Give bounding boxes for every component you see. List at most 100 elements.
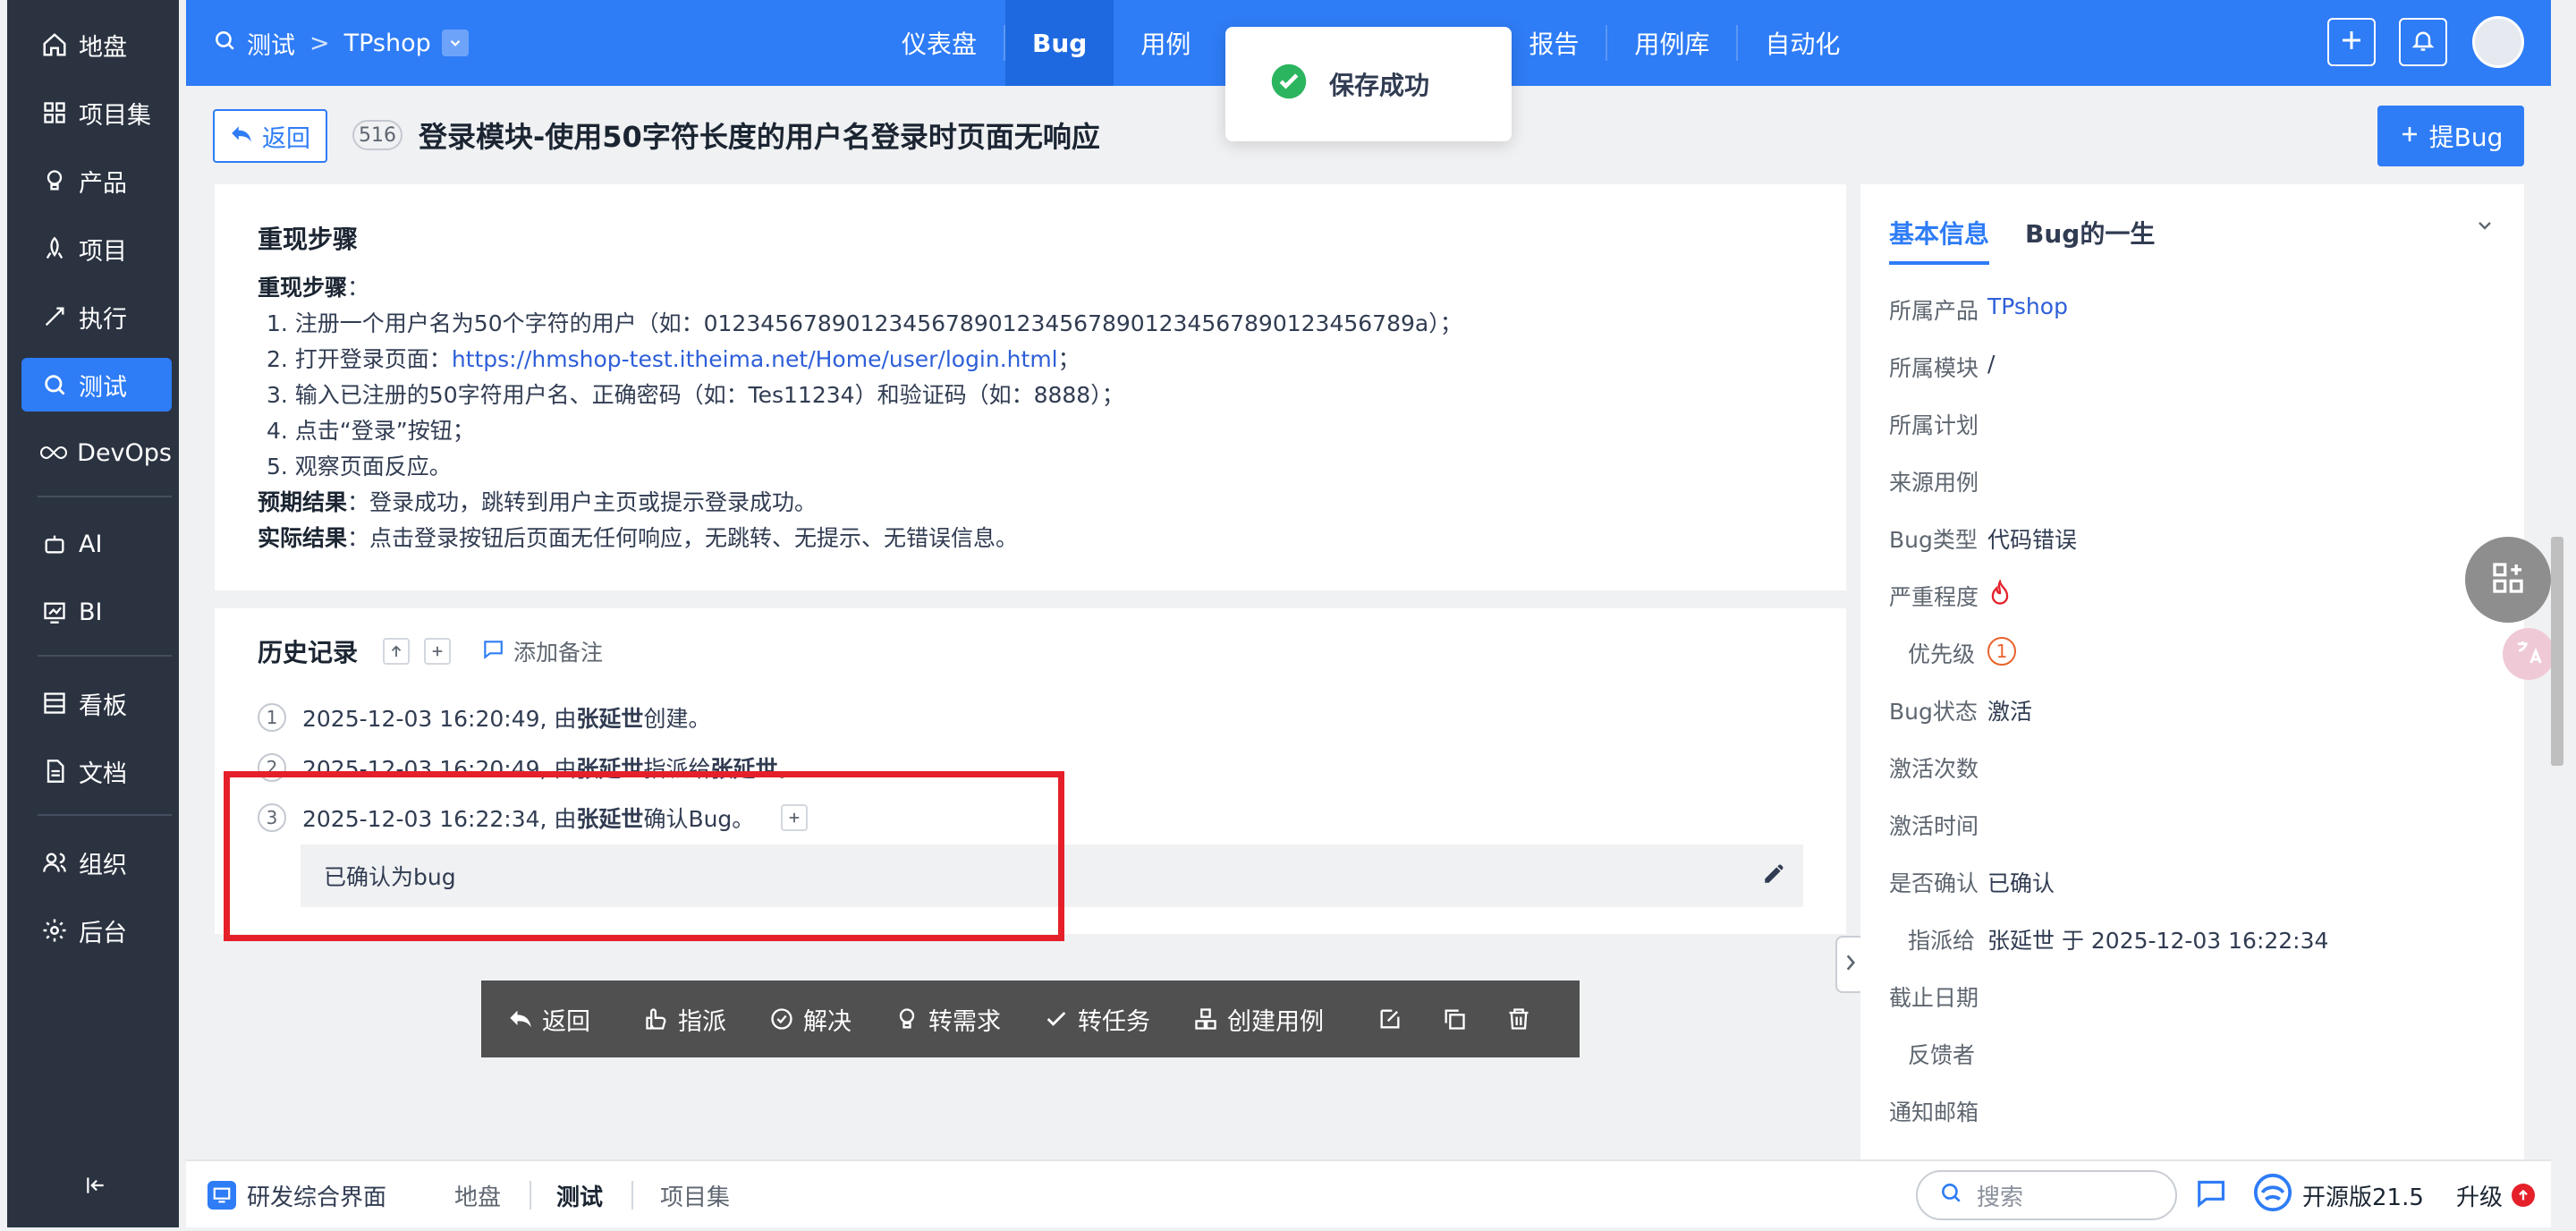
add-note-button[interactable]: 添加备注	[513, 635, 603, 667]
collapse-sidebar-icon[interactable]	[84, 1174, 107, 1201]
sidebar-item-label: 测试	[79, 373, 127, 402]
info-panel	[1860, 184, 2524, 1159]
bell-icon	[2411, 28, 2436, 56]
repro-steps-content: 重现步骤： 1. 注册一个用户名为50个字符的用户（如：012345678901…	[258, 270, 1462, 556]
back-button[interactable]: 返回	[213, 109, 327, 163]
bottom-crumb-dashboard[interactable]: 地盘	[454, 1161, 501, 1229]
nav-automation[interactable]: 自动化	[1738, 0, 1867, 86]
floating-app-button[interactable]	[2465, 537, 2551, 623]
search-placeholder: 搜索	[1977, 1184, 2024, 1211]
global-search-input[interactable]: 搜索	[1916, 1170, 2177, 1220]
resolve-button[interactable]: 解决	[769, 1002, 852, 1037]
translate-icon	[2514, 638, 2543, 670]
chevron-down-icon[interactable]	[2474, 215, 2496, 240]
upgrade-label: 升级	[2456, 1184, 2504, 1211]
sidebar-item-dashboard[interactable]: 地盘	[21, 18, 172, 72]
edit-pencil-icon[interactable]	[1762, 862, 1785, 891]
sidebar-item-label: 产品	[79, 169, 127, 198]
zentao-logo-icon	[2252, 1172, 2293, 1219]
sidebar-item-label: 项目集	[79, 101, 151, 130]
to-task-label: 转任务	[1078, 1007, 1150, 1036]
comment-icon	[481, 639, 504, 664]
nav-dashboard[interactable]: 仪表盘	[875, 0, 1004, 86]
sidebar-item-bi[interactable]: BI	[21, 585, 172, 639]
sidebar-item-docs[interactable]: 文档	[21, 744, 172, 798]
bottom-crumb-test[interactable]: 测试	[556, 1161, 603, 1229]
sidebar-item-label: 执行	[79, 305, 127, 334]
login-url-link[interactable]: https://hmshop-test.itheima.net/Home/use…	[452, 346, 1058, 372]
assign-button[interactable]: 指派	[644, 1002, 726, 1037]
create-case-button[interactable]: 创建用例	[1193, 1002, 1324, 1037]
tab-bug-life[interactable]: Bug的一生	[2025, 215, 2155, 265]
scrollbar-thumb[interactable]	[2551, 537, 2563, 766]
info-key: 反馈者	[1907, 1042, 1975, 1068]
info-key: Bug类型	[1889, 527, 1978, 553]
search-icon	[213, 29, 236, 58]
bottom-crumb-program[interactable]: 项目集	[660, 1161, 730, 1229]
create-bug-label: 提Bug	[2428, 123, 2504, 152]
actual-text: ：点击登录按钮后页面无任何响应，无跳转、无提示、无错误信息。	[347, 525, 1019, 551]
info-row-confirmed: 是否确认 已确认	[1889, 866, 2055, 898]
crumb-product[interactable]: TPshop	[344, 30, 431, 57]
ai-chat-icon[interactable]	[2195, 1176, 2234, 1215]
avatar[interactable]	[2472, 16, 2524, 68]
sidebar-item-ai[interactable]: AI	[21, 517, 172, 571]
version-info[interactable]: 开源版21.5	[2252, 1161, 2424, 1229]
expected-result: 预期结果：登录成功，跳转到用户主页或提示登录成功。	[258, 485, 1462, 521]
add-button[interactable]	[2327, 18, 2376, 66]
tab-basic-info[interactable]: 基本信息	[1889, 215, 1990, 265]
upgrade-button[interactable]: 升级	[2456, 1161, 2536, 1229]
info-key: 激活次数	[1889, 756, 1979, 782]
chevron-right-icon	[1843, 953, 1859, 976]
nav-caselib[interactable]: 用例库	[1607, 0, 1736, 86]
translate-button[interactable]	[2503, 628, 2555, 680]
sidebar-divider	[38, 655, 172, 657]
sidebar-item-execution[interactable]: 执行	[21, 290, 172, 344]
back-label: 返回	[262, 124, 310, 153]
info-row-bug-type: Bug类型 代码错误	[1889, 522, 2077, 555]
app-label: 研发综合界面	[247, 1184, 387, 1211]
nav-report[interactable]: 报告	[1502, 0, 1606, 86]
highlight-annotation-box	[224, 771, 1064, 941]
sidebar-item-label: BI	[79, 598, 103, 626]
copy-icon[interactable]	[1442, 1006, 1476, 1031]
chevron-down-icon[interactable]	[441, 30, 469, 56]
expected-text: ：登录成功，跳转到用户主页或提示登录成功。	[347, 489, 818, 515]
info-row-mailto: 通知邮箱	[1889, 1095, 1987, 1127]
sidebar-item-program[interactable]: 项目集	[21, 86, 172, 140]
to-story-label: 转需求	[928, 1007, 1001, 1036]
notification-button[interactable]	[2399, 18, 2447, 66]
app-switcher[interactable]: 研发综合界面	[208, 1161, 386, 1229]
edit-icon[interactable]	[1377, 1006, 1411, 1031]
step-2-text: 2. 打开登录页面：	[267, 346, 452, 372]
sidebar-item-label: 后台	[79, 919, 127, 947]
create-bug-button[interactable]: 提Bug	[2377, 106, 2524, 166]
sidebar-item-devops[interactable]: DevOps	[21, 426, 172, 480]
info-value: 张延世 于 2025-12-03 16:22:34	[1987, 928, 2329, 954]
steps-heading: 重现步骤	[258, 275, 348, 301]
sidebar-item-label: 项目	[79, 237, 127, 266]
search-icon	[1939, 1181, 1962, 1210]
sidebar: 地盘 项目集 产品 项目 执行 测试 DevOps AI BI 看板 文档 组织…	[7, 0, 179, 1227]
flame-icon	[1987, 578, 2012, 612]
sidebar-item-product[interactable]: 产品	[21, 154, 172, 208]
info-value-link[interactable]: TPshop	[1987, 293, 2068, 326]
sidebar-item-kanban[interactable]: 看板	[21, 676, 172, 730]
sort-up-button[interactable]	[383, 638, 411, 665]
crumb-divider	[530, 1181, 531, 1210]
breadcrumb: 测试 > TPshop	[213, 0, 469, 86]
crumb-module[interactable]: 测试	[247, 26, 295, 61]
sidebar-item-test[interactable]: 测试	[21, 358, 172, 412]
nav-case[interactable]: 用例	[1114, 0, 1217, 86]
back-action-button[interactable]: 返回	[508, 1002, 590, 1037]
delete-icon[interactable]	[1506, 1006, 1540, 1031]
to-task-button[interactable]: 转任务	[1044, 1002, 1150, 1037]
bulb-icon	[39, 166, 70, 196]
expand-all-button[interactable]	[424, 638, 452, 665]
to-story-button[interactable]: 转需求	[894, 1002, 1001, 1037]
sidebar-item-org[interactable]: 组织	[21, 836, 172, 889]
nav-bug[interactable]: Bug	[1005, 0, 1114, 86]
sidebar-item-project[interactable]: 项目	[21, 222, 172, 276]
home-icon	[39, 30, 70, 60]
sidebar-item-admin[interactable]: 后台	[21, 904, 172, 957]
